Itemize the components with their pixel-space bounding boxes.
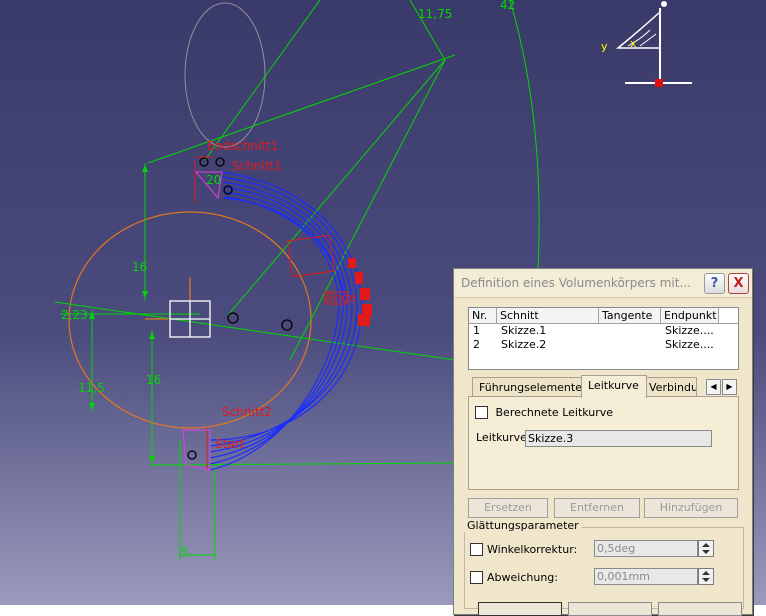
dimension-label[interactable]: 5 [181,545,189,559]
cell-nr: 2 [473,338,480,351]
cell-nr: 1 [473,324,480,337]
spine-label: Leitkurve: [476,431,531,444]
compass-icon[interactable]: y x [601,1,692,87]
dialog-titlebar[interactable]: Definition eines Volumenkörpers mit... ?… [454,269,752,298]
computed-spine-label: Berechnete Leitkurve [495,405,614,419]
profile-list[interactable]: Nr. Schnitt Tangente Endpunkt 1 Skizze.1… [468,307,739,370]
tab-coupling[interactable]: Verbindu [646,377,697,397]
add-button[interactable]: Hinzufügen [644,498,738,518]
angle-correction-label: Winkelkorrektur: [487,543,578,556]
dimension-label[interactable]: 42 [500,0,515,12]
angle-correction-input[interactable]: 0,5deg [594,540,698,557]
dimension-label[interactable]: 2,23 [61,308,88,322]
table-row[interactable]: 2 Skizze.2 Skizze.... [469,338,738,352]
profile-label[interactable]: Schnitt1 [232,159,282,173]
tab-scroll-right-icon[interactable]: ▶ [722,379,737,395]
column-header-section[interactable]: Schnitt [497,308,599,323]
origin-axis[interactable] [169,300,211,338]
origin-arrows [145,277,191,320]
swept-volume[interactable] [209,171,363,471]
tab-guides[interactable]: Führungselemente [472,377,586,397]
computed-spine-option[interactable]: Berechnete Leitkurve [475,405,613,419]
reference-ellipse[interactable] [184,2,266,148]
cell-tangent [599,338,661,352]
deviation-option[interactable]: Abweichung: [470,571,558,584]
dimension-label[interactable]: 11,75 [418,7,452,21]
profile-label[interactable]: Schnitt2 [222,405,272,419]
cell-endpoint: Skizze.... [665,324,714,337]
dialog-title: Definition eines Volumenkörpers mit... [461,276,691,290]
cell-section: Skizze.1 [501,324,547,337]
dimension-label[interactable]: 20 [206,173,221,187]
column-header-nr[interactable]: Nr. [469,308,497,323]
remove-button[interactable]: Entfernen [554,498,640,518]
close-button[interactable]: X [728,272,749,294]
sweep-definition-dialog[interactable]: Definition eines Volumenkörpers mit... ?… [453,268,753,616]
replace-button[interactable]: Ersetzen [468,498,548,518]
deviation-checkbox[interactable] [470,571,483,584]
angle-correction-option[interactable]: Winkelkorrektur: [470,543,577,556]
axis-y-label: y [601,40,608,53]
column-header-tangent[interactable]: Tangente [599,308,661,323]
list-header: Nr. Schnitt Tangente Endpunkt [469,308,738,324]
deviation-label: Abweichung: [487,571,558,584]
angle-correction-checkbox[interactable] [470,543,483,556]
cell-endpoint: Skizze.... [665,338,714,351]
dimension-label[interactable]: 16 [132,260,147,274]
dimension-label[interactable]: 16 [146,373,161,387]
profile-label[interactable]: Start [215,437,245,451]
column-header-endpoint[interactable]: Endpunkt [661,308,719,323]
ok-button[interactable] [478,602,562,616]
dimension-label[interactable]: 11,5 [78,381,105,395]
axis-x-label: x [630,37,637,50]
tab-scroll-left-icon[interactable]: ◀ [706,379,721,395]
profile-label[interactable]: Endschnitt1 [207,139,278,153]
deviation-spinner-icon[interactable] [698,568,714,585]
smoothing-title: Glättungsparameter [464,519,582,532]
tab-bar: Führungselemente Leitkurve Verbindu ◀ ▶ [468,375,738,398]
tab-spine[interactable]: Leitkurve [581,375,647,398]
deviation-input[interactable]: 0,001mm [594,568,698,585]
cell-section: Skizze.2 [501,338,547,351]
cancel-button[interactable] [568,602,652,616]
table-row[interactable]: 1 Skizze.1 Skizze.... [469,324,738,338]
profile-label[interactable]: Ende [326,291,356,305]
help-button[interactable]: ? [704,272,725,294]
preview-button[interactable] [658,602,742,616]
spine-tab-panel: Berechnete Leitkurve Leitkurve: Skizze.3 [468,396,739,490]
angle-spinner-icon[interactable] [698,540,714,557]
computed-spine-checkbox[interactable] [475,405,488,419]
cell-tangent [599,324,661,338]
spine-field[interactable]: Skizze.3 [525,430,712,447]
